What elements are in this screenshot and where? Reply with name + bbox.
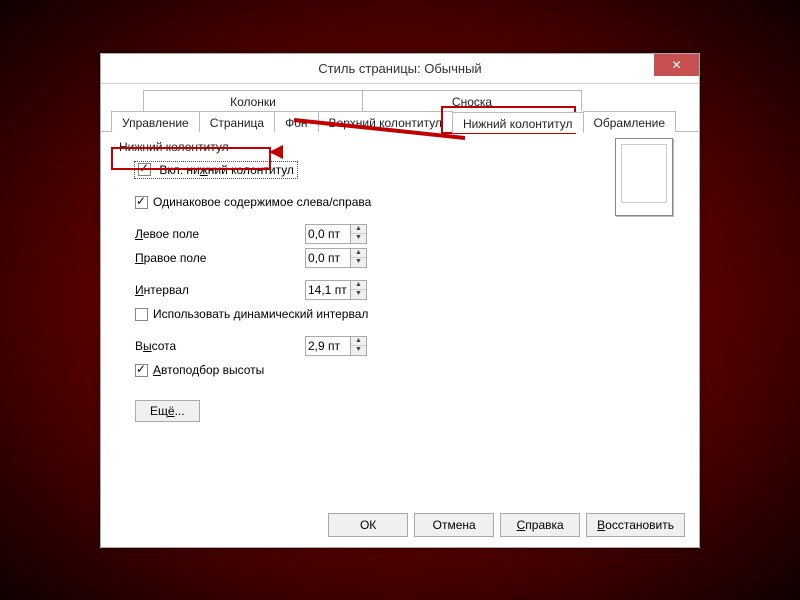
tab-header[interactable]: Верхний колонтитул [318, 111, 453, 132]
group-frame: Нижний колонтитул Вкл. нижний колонтитул… [119, 142, 683, 422]
right-margin-input[interactable] [306, 249, 350, 267]
spin-up-icon[interactable]: ▲ [351, 281, 366, 290]
spin-up-icon[interactable]: ▲ [351, 249, 366, 258]
left-margin-spinner[interactable]: ▲▼ [305, 224, 367, 244]
more-button[interactable]: Ещё... [135, 400, 200, 422]
footer-panel: Нижний колонтитул Вкл. нижний колонтитул… [101, 132, 699, 422]
dynamic-label: Использовать динамический интервал [153, 307, 368, 321]
height-input[interactable] [306, 337, 350, 355]
close-button[interactable]: ✕ [654, 54, 699, 76]
titlebar: Стиль страницы: Обычный ✕ [101, 54, 699, 84]
same-label: Одинаковое содержимое слева/справа [153, 195, 371, 209]
height-label: Высота [135, 339, 305, 353]
same-row: Одинаковое содержимое слева/справа [135, 190, 683, 214]
spacing-input[interactable] [306, 281, 350, 299]
autofit-label: Автоподбор высоты [153, 363, 264, 377]
enable-row: Вкл. нижний колонтитул [135, 158, 683, 182]
spacing-label: Интервал [135, 283, 305, 297]
button-bar: ОК Отмена Справка Восстановить [328, 513, 685, 537]
tab-background[interactable]: Фон [274, 111, 318, 132]
dynamic-row: Использовать динамический интервал [135, 302, 683, 326]
tab-columns[interactable]: Колонки [143, 90, 363, 111]
spacing-spinner[interactable]: ▲▼ [305, 280, 367, 300]
spin-down-icon[interactable]: ▼ [351, 290, 366, 299]
right-margin-spinner[interactable]: ▲▼ [305, 248, 367, 268]
tab-organizer[interactable]: Управление [111, 111, 200, 132]
enable-checkbox[interactable] [138, 163, 151, 176]
same-checkbox[interactable] [135, 196, 148, 209]
group-label: Нижний колонтитул [119, 140, 229, 154]
spin-up-icon[interactable]: ▲ [351, 225, 366, 234]
enable-label: Вкл. нижний колонтитул [159, 163, 294, 177]
autofit-row: Автоподбор высоты [135, 358, 683, 382]
close-icon: ✕ [671, 59, 681, 71]
left-margin-label: Левое поле [135, 227, 305, 241]
page-style-dialog: Стиль страницы: Обычный ✕ Колонки Сноска… [100, 53, 700, 548]
tab-footnote[interactable]: Сноска [362, 90, 582, 111]
page-preview [615, 138, 673, 216]
spin-down-icon[interactable]: ▼ [351, 258, 366, 267]
cancel-button[interactable]: Отмена [414, 513, 494, 537]
help-button[interactable]: Справка [500, 513, 580, 537]
spin-up-icon[interactable]: ▲ [351, 337, 366, 346]
reset-button[interactable]: Восстановить [586, 513, 685, 537]
left-margin-input[interactable] [306, 225, 350, 243]
ok-button[interactable]: ОК [328, 513, 408, 537]
tab-borders[interactable]: Обрамление [583, 111, 676, 132]
dynamic-checkbox[interactable] [135, 308, 148, 321]
spin-down-icon[interactable]: ▼ [351, 234, 366, 243]
autofit-checkbox[interactable] [135, 364, 148, 377]
right-margin-label: Правое поле [135, 251, 305, 265]
tab-page[interactable]: Страница [199, 111, 275, 132]
height-spinner[interactable]: ▲▼ [305, 336, 367, 356]
tab-footer[interactable]: Нижний колонтитул [452, 112, 584, 133]
dialog-title: Стиль страницы: Обычный [318, 61, 481, 76]
tab-strip: Колонки Сноска Управление Страница Фон В… [101, 90, 699, 132]
spin-down-icon[interactable]: ▼ [351, 346, 366, 355]
